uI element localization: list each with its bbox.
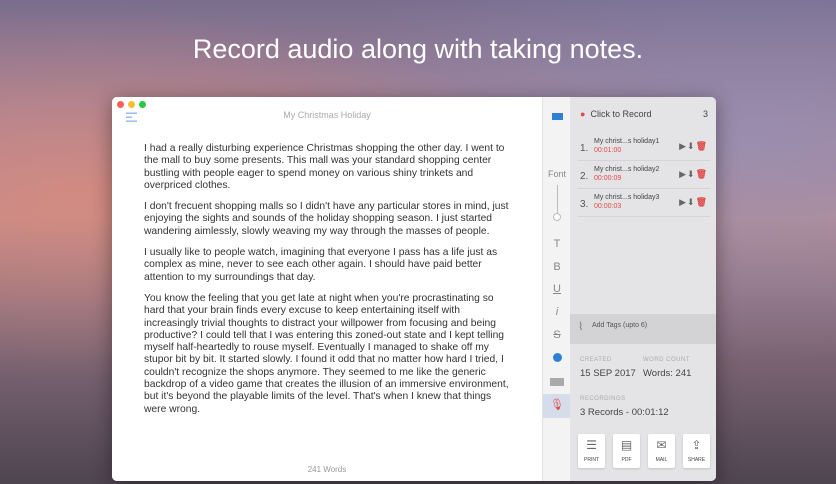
recording-title: My christ...s holiday2 [594,166,660,173]
recording-actions[interactable]: ▶⬇🗑 [679,197,708,208]
recording-duration: 00:01:00 [594,147,622,154]
recording-number: 2. [580,171,589,182]
recording-duration: 00:00:03 [594,203,622,210]
editor[interactable]: — – — My Christmas Holiday I had a really … [112,97,542,481]
recording-title: My christ...s holiday1 [594,138,660,145]
recording-number: 3. [580,199,589,210]
microphone-icon[interactable]: 🎙 [543,394,571,418]
close-button[interactable] [117,101,124,108]
recordings-summary: 3 Records - 00:01:12 [580,407,669,418]
recording-actions[interactable]: ▶⬇🗑 [679,169,708,180]
recording-item[interactable]: 3. My christ...s holiday3 00:00:03 ▶⬇🗑 [578,191,710,217]
bold-button[interactable]: B [543,261,571,273]
text-style-button[interactable]: T [543,238,571,250]
share-icon: ⇪ [691,438,702,452]
microphone-icon: ● [580,109,586,119]
button-label: PRINT [584,457,599,463]
add-tags-field[interactable]: ⌇ Add Tags (upto 6) [570,314,716,344]
recording-actions[interactable]: ▶⬇🗑 [679,141,708,152]
font-label: Font [547,169,566,179]
side-panel: ● Click to Record 3 1. My christ...s holi… [570,97,716,481]
paragraph: I had a really disturbing experience Chr… [144,143,505,191]
paragraph: I don't frecuent shopping malls so I did… [144,201,509,237]
recordings-label: RECORDINGS [580,396,626,402]
pdf-icon: ▤ [620,438,633,452]
document-title: My Christmas Holiday [283,110,371,120]
headline: Record audio along with taking notes. [192,34,644,64]
button-label: MAIL [655,457,668,463]
highlight-button[interactable] [543,377,571,389]
record-button[interactable]: ● Click to Record 3 [580,109,708,119]
record-label: Click to Record [590,109,652,119]
word-count-label: WORD COUNT [643,357,690,363]
underline-button[interactable]: U [543,283,571,295]
note-body[interactable]: I had a really disturbing experience Chr… [144,143,514,425]
mail-button[interactable]: ✉ MAIL [648,434,675,468]
recording-title: My christ...s holiday3 [594,194,660,201]
font-size-slider[interactable] [543,185,571,221]
app-window: — – — My Christmas Holiday I had a really … [112,97,716,481]
paperclip-icon: ⌇ [578,321,584,333]
button-label: SHARE [687,457,706,463]
created-date: 15 SEP 2017 [580,368,636,379]
recording-number: 1. [580,143,589,154]
panel-toggle-icon[interactable] [543,111,571,123]
paragraph: I usually like to people watch, imaginin… [144,247,498,283]
record-count: 3 [702,109,708,119]
recording-duration: 00:00:09 [594,175,622,182]
created-label: CREATED [580,357,612,363]
strikethrough-button[interactable]: S [543,329,571,341]
print-button[interactable]: ☰ PRINT [578,434,605,468]
recording-item[interactable]: 2. My christ...s holiday2 00:00:09 ▶⬇🗑 [578,163,710,189]
pdf-button[interactable]: ▤ PDF [613,434,640,468]
button-label: PDF [621,457,632,463]
mail-icon: ✉ [656,438,667,452]
color-button[interactable] [543,353,571,365]
share-button[interactable]: ⇪ SHARE [683,434,710,468]
word-count: 241 Words [307,465,347,474]
italic-button[interactable]: i [543,306,571,318]
maximize-button[interactable] [139,101,146,108]
recording-item[interactable]: 1. My christ...s holiday1 00:01:00 ▶⬇🗑 [578,135,710,161]
add-tags-label: Add Tags (upto 6) [592,322,648,329]
format-toolbar: Font T B U i S 🎙 [542,97,571,481]
paragraph: You know the feeling that you get late a… [144,292,509,415]
print-icon: ☰ [586,438,597,452]
word-count-value: Words: 241 [643,368,692,379]
